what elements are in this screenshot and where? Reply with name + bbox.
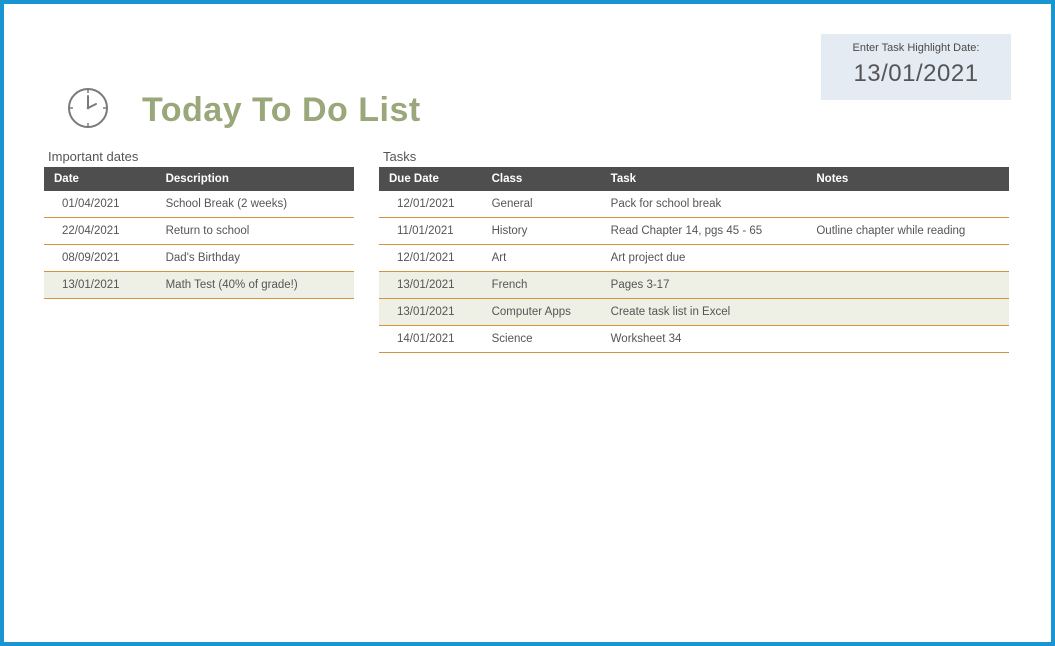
highlight-date-value[interactable]: 13/01/2021 — [831, 60, 1001, 88]
cell-due: 14/01/2021 — [379, 326, 482, 353]
highlight-date-label: Enter Task Highlight Date: — [831, 42, 1001, 54]
important-dates-row[interactable]: 08/09/2021Dad's Birthday — [44, 245, 354, 272]
cell-task: Worksheet 34 — [601, 326, 807, 353]
cell-date: 01/04/2021 — [44, 191, 156, 218]
cell-due: 11/01/2021 — [379, 218, 482, 245]
col-due: Due Date — [379, 167, 482, 191]
important-dates-row[interactable]: 22/04/2021Return to school — [44, 218, 354, 245]
cell-due: 13/01/2021 — [379, 299, 482, 326]
cell-task: Pack for school break — [601, 191, 807, 218]
cell-date: 08/09/2021 — [44, 245, 156, 272]
tasks-row[interactable]: 11/01/2021HistoryRead Chapter 14, pgs 45… — [379, 218, 1009, 245]
col-class: Class — [482, 167, 601, 191]
important-dates-table: Date Description 01/04/2021School Break … — [44, 167, 354, 299]
cell-date: 22/04/2021 — [44, 218, 156, 245]
important-dates-row[interactable]: 01/04/2021School Break (2 weeks) — [44, 191, 354, 218]
cell-notes — [806, 245, 1009, 272]
cell-class: Art — [482, 245, 601, 272]
tasks-row[interactable]: 14/01/2021ScienceWorksheet 34 — [379, 326, 1009, 353]
cell-class: Computer Apps — [482, 299, 601, 326]
cell-due: 13/01/2021 — [379, 272, 482, 299]
tasks-label: Tasks — [383, 149, 1009, 164]
cell-class: History — [482, 218, 601, 245]
col-description: Description — [156, 167, 354, 191]
tasks-section: Tasks Due Date Class Task Notes 12/01/20… — [379, 149, 1009, 353]
tasks-row[interactable]: 12/01/2021ArtArt project due — [379, 245, 1009, 272]
cell-class: French — [482, 272, 601, 299]
tasks-row[interactable]: 12/01/2021GeneralPack for school break — [379, 191, 1009, 218]
cell-desc: Return to school — [156, 218, 354, 245]
col-task: Task — [601, 167, 807, 191]
cell-due: 12/01/2021 — [379, 245, 482, 272]
cell-class: Science — [482, 326, 601, 353]
cell-date: 13/01/2021 — [44, 272, 156, 299]
cell-desc: Dad's Birthday — [156, 245, 354, 272]
highlight-date-box[interactable]: Enter Task Highlight Date: 13/01/2021 — [821, 34, 1011, 100]
cell-notes — [806, 272, 1009, 299]
cell-task: Read Chapter 14, pgs 45 - 65 — [601, 218, 807, 245]
col-date: Date — [44, 167, 156, 191]
tasks-table: Due Date Class Task Notes 12/01/2021Gene… — [379, 167, 1009, 353]
cell-desc: School Break (2 weeks) — [156, 191, 354, 218]
tasks-row[interactable]: 13/01/2021Computer AppsCreate task list … — [379, 299, 1009, 326]
col-notes: Notes — [806, 167, 1009, 191]
important-dates-section: Important dates Date Description 01/04/2… — [44, 149, 354, 353]
cell-notes — [806, 191, 1009, 218]
cell-desc: Math Test (40% of grade!) — [156, 272, 354, 299]
cell-class: General — [482, 191, 601, 218]
tasks-row[interactable]: 13/01/2021FrenchPages 3-17 — [379, 272, 1009, 299]
page-title: Today To Do List — [142, 91, 421, 130]
clock-icon — [64, 84, 112, 137]
cell-notes — [806, 299, 1009, 326]
cell-notes: Outline chapter while reading — [806, 218, 1009, 245]
cell-task: Pages 3-17 — [601, 272, 807, 299]
cell-task: Create task list in Excel — [601, 299, 807, 326]
important-dates-label: Important dates — [48, 149, 354, 164]
cell-task: Art project due — [601, 245, 807, 272]
important-dates-row[interactable]: 13/01/2021Math Test (40% of grade!) — [44, 272, 354, 299]
cell-due: 12/01/2021 — [379, 191, 482, 218]
cell-notes — [806, 326, 1009, 353]
